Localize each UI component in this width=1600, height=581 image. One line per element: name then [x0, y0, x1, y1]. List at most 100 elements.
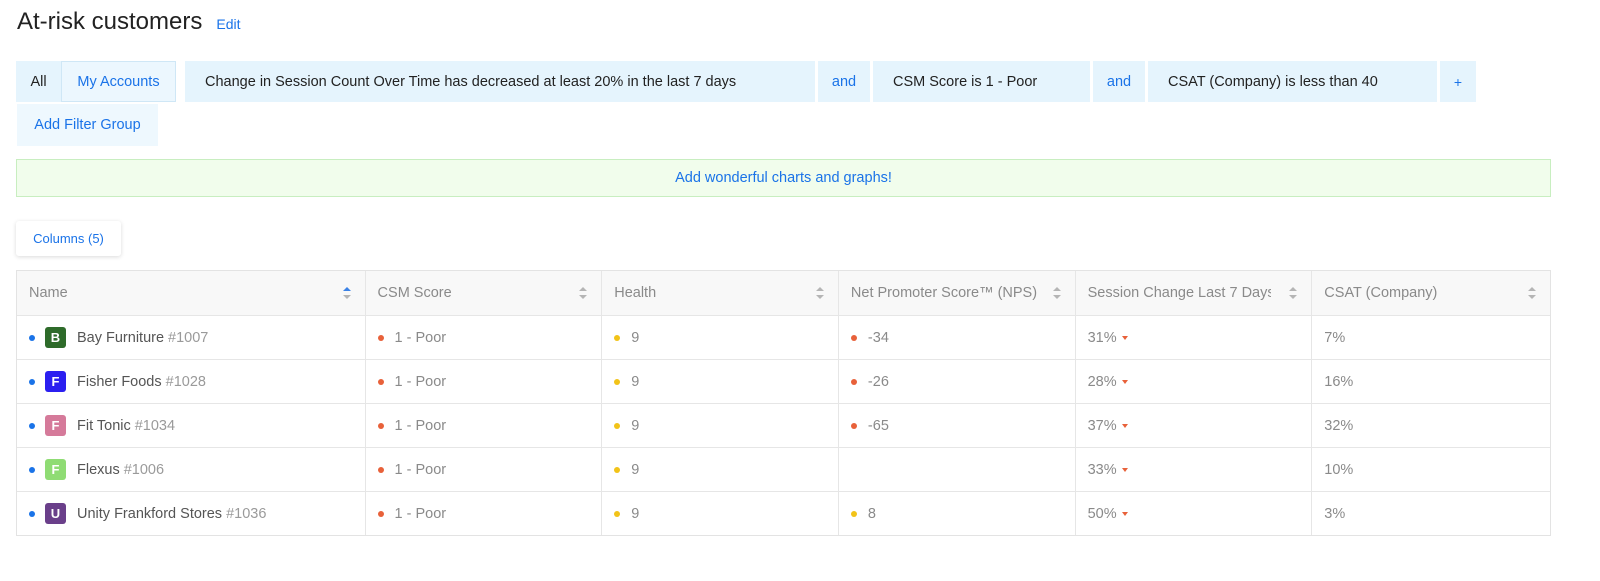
add-filter-group-button[interactable]: Add Filter Group	[17, 104, 158, 146]
cell-session-change: 50%	[1074, 492, 1312, 535]
cell-csat: 7%	[1311, 316, 1550, 359]
column-header-csat[interactable]: CSAT (Company)	[1311, 271, 1550, 315]
status-dot-icon	[29, 466, 35, 473]
cell-nps: -65	[837, 404, 1075, 447]
csm-score-value: 1 - Poor	[394, 373, 447, 390]
column-header-name[interactable]: Name	[17, 271, 365, 315]
cell-name[interactable]: F Fit Tonic #1034	[17, 404, 365, 447]
nps-value: -34	[867, 329, 889, 346]
status-dot-icon	[29, 334, 35, 341]
column-header-label: CSAT (Company)	[1324, 285, 1438, 301]
customer-name[interactable]: Unity Frankford Stores	[77, 506, 222, 522]
status-dot-icon	[614, 466, 621, 473]
status-dot-icon	[29, 422, 35, 429]
cell-name[interactable]: F Fisher Foods #1028	[17, 360, 365, 403]
customer-id: #1006	[123, 461, 165, 478]
charts-banner-link[interactable]: Add wonderful charts and graphs!	[16, 159, 1551, 197]
column-header-health[interactable]: Health	[601, 271, 838, 315]
customer-name[interactable]: Fit Tonic	[77, 418, 131, 434]
health-value: 9	[631, 461, 640, 478]
cell-csat: 16%	[1311, 360, 1550, 403]
status-dot-icon	[850, 378, 857, 385]
filter-all-tab[interactable]: All	[16, 61, 61, 102]
status-dot-icon	[850, 510, 857, 517]
sort-icon[interactable]	[1052, 287, 1061, 299]
avatar: F	[45, 459, 66, 480]
cell-session-change: 37%	[1074, 404, 1312, 447]
table-row[interactable]: B Bay Furniture #1007 1 - Poor 9 -34 31% 7%	[17, 315, 1550, 359]
nps-value: -26	[867, 373, 889, 390]
column-header-csm-score[interactable]: CSM Score	[364, 271, 602, 315]
table-row[interactable]: F Flexus #1006 1 - Poor 9 33% 10%	[17, 447, 1550, 491]
columns-button[interactable]: Columns (5)	[16, 221, 121, 256]
add-filter-button[interactable]: +	[1440, 61, 1476, 102]
sort-icon[interactable]	[815, 287, 824, 299]
customer-id: #1034	[134, 417, 176, 434]
csat-value: 10%	[1324, 461, 1354, 478]
status-dot-icon	[614, 334, 621, 341]
filter-connector-and[interactable]: and	[818, 61, 870, 102]
filter-rule-session-change[interactable]: Change in Session Count Over Time has de…	[185, 61, 815, 102]
cell-csm-score: 1 - Poor	[364, 316, 602, 359]
cell-session-change: 28%	[1074, 360, 1312, 403]
cell-csm-score: 1 - Poor	[364, 404, 602, 447]
cell-name[interactable]: B Bay Furniture #1007	[17, 316, 365, 359]
column-header-nps[interactable]: Net Promoter Score™ (NPS)	[837, 271, 1075, 315]
trend-down-icon	[1121, 335, 1128, 340]
filter-rule-csat[interactable]: CSAT (Company) is less than 40	[1148, 61, 1437, 102]
cell-csat: 3%	[1311, 492, 1550, 535]
column-header-label: CSM Score	[377, 285, 452, 301]
customer-id: #1007	[168, 329, 209, 346]
customer-name[interactable]: Flexus	[77, 462, 120, 478]
cell-name[interactable]: F Flexus #1006	[17, 448, 365, 491]
status-dot-icon	[614, 422, 621, 429]
sort-icon[interactable]	[342, 287, 351, 299]
customer-name[interactable]: Bay Furniture	[77, 330, 164, 346]
cell-nps: -26	[837, 360, 1075, 403]
session-change-value: 31%	[1087, 329, 1117, 346]
trend-down-icon	[1121, 467, 1128, 472]
column-header-label: Name	[29, 285, 68, 301]
cell-name[interactable]: U Unity Frankford Stores #1036	[17, 492, 365, 535]
status-dot-icon	[850, 334, 857, 341]
health-value: 9	[631, 417, 640, 434]
status-dot-icon	[377, 510, 384, 517]
table-row[interactable]: F Fisher Foods #1028 1 - Poor 9 -26 28% 16%	[17, 359, 1550, 403]
status-dot-icon	[29, 378, 35, 385]
customer-name[interactable]: Fisher Foods	[77, 374, 162, 390]
filter-bar: All My Accounts Change in Session Count …	[16, 61, 1476, 102]
table-header-row: Name CSM Score Health Net Promoter Score…	[17, 271, 1550, 315]
cell-health: 9	[601, 448, 838, 491]
cell-csm-score: 1 - Poor	[364, 492, 602, 535]
status-dot-icon	[29, 510, 35, 517]
filter-connector-and[interactable]: and	[1093, 61, 1145, 102]
edit-link[interactable]: Edit	[216, 16, 240, 32]
sort-icon[interactable]	[1527, 287, 1536, 299]
sort-icon[interactable]	[579, 287, 588, 299]
avatar: B	[45, 327, 66, 348]
table-row[interactable]: U Unity Frankford Stores #1036 1 - Poor 9 8 50…	[17, 491, 1550, 535]
nps-value: 8	[867, 505, 876, 522]
customers-table: Name CSM Score Health Net Promoter Score…	[16, 270, 1551, 536]
session-change-value: 33%	[1087, 461, 1117, 478]
avatar: F	[45, 371, 66, 392]
cell-session-change: 33%	[1074, 448, 1312, 491]
column-header-label: Health	[614, 285, 657, 301]
page: At-risk customers Edit All My Accounts C…	[0, 0, 1600, 581]
avatar: F	[45, 415, 66, 436]
status-dot-icon	[614, 378, 621, 385]
status-dot-icon	[850, 422, 857, 429]
sort-icon[interactable]	[1289, 287, 1298, 299]
table-row[interactable]: F Fit Tonic #1034 1 - Poor 9 -65 37% 32%	[17, 403, 1550, 447]
filter-rule-csm-score[interactable]: CSM Score is 1 - Poor	[873, 61, 1090, 102]
csm-score-value: 1 - Poor	[394, 505, 447, 522]
avatar: U	[45, 503, 66, 524]
column-header-session-change[interactable]: Session Change Last 7 Days	[1074, 271, 1312, 315]
column-header-label: Session Change Last 7 Days	[1087, 285, 1275, 301]
cell-nps: 8	[837, 492, 1075, 535]
cell-csat: 10%	[1311, 448, 1550, 491]
status-dot-icon	[377, 466, 384, 473]
filter-my-accounts-tab[interactable]: My Accounts	[61, 61, 176, 102]
session-change-value: 50%	[1087, 505, 1117, 522]
customer-id: #1028	[165, 373, 206, 390]
